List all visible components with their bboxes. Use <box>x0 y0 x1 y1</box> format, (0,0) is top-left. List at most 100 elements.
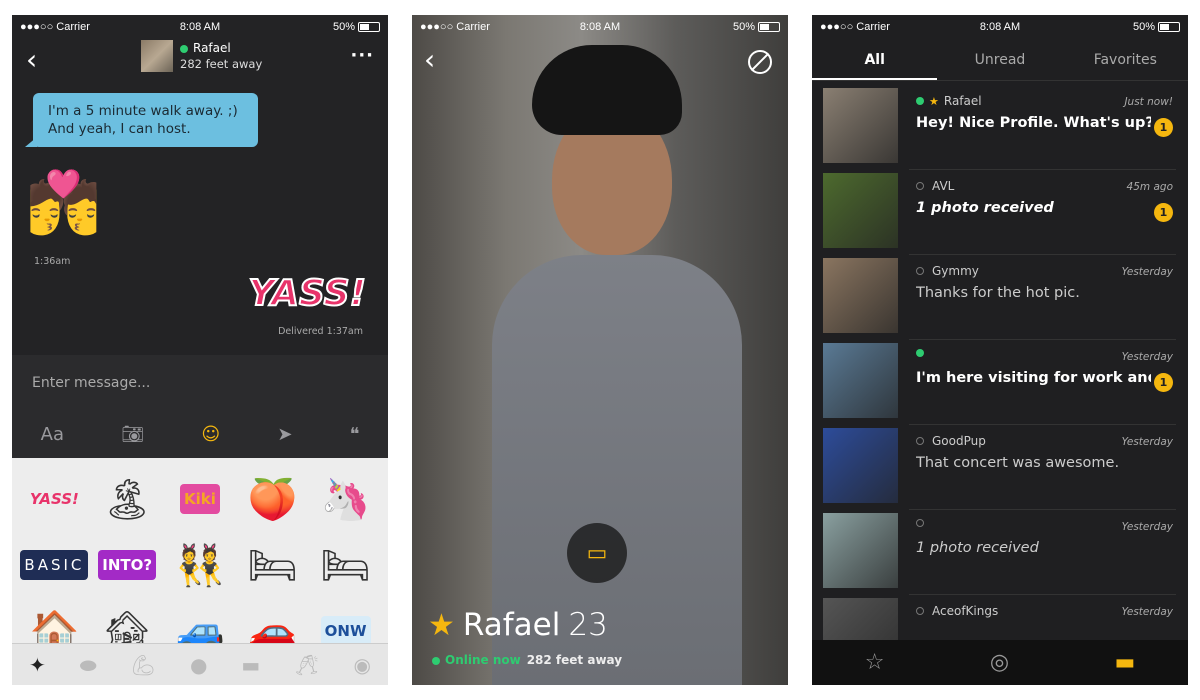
sticker[interactable]: 🏠 <box>18 598 91 644</box>
battery-icon <box>758 22 780 32</box>
mask-icon[interactable]: ◎ <box>990 650 1009 675</box>
sticker-label: ONW <box>320 616 371 643</box>
sticker-label: 🏠 <box>29 608 80 644</box>
sticker-label: 🏝 <box>101 476 153 523</box>
online-dot <box>916 97 924 105</box>
conversation-row[interactable]: AVL 45m ago 1 photo received 1 <box>812 170 1188 255</box>
contact-avatar[interactable] <box>141 40 173 72</box>
contact-name[interactable]: Rafael <box>180 41 231 55</box>
message-time: 1:36am <box>34 256 71 267</box>
chat-toolbar: Aa 📷︎ ☺ ➤ ❝ <box>12 410 388 458</box>
sticker-label: BASIC <box>20 550 89 580</box>
sticker-label: INTO? <box>98 550 157 580</box>
sticker-label: 🚙 <box>175 608 225 644</box>
battery-icon <box>1158 22 1180 32</box>
text-format-button[interactable]: Aa <box>41 424 64 445</box>
conversation-row[interactable]: GoodPup Yesterday That concert was aweso… <box>812 425 1188 510</box>
bottom-nav: ☆ ◎ ▬ <box>812 640 1188 685</box>
conversation-avatar <box>823 173 898 248</box>
conversation-preview: I'm here visiting for work and... <box>916 370 1151 386</box>
block-icon[interactable] <box>748 50 772 74</box>
battery-level: 50% <box>332 21 355 33</box>
profile-status: Online now 282 feet away <box>432 653 622 667</box>
conversation-time: Yesterday <box>1121 436 1173 448</box>
profile-name-text: Rafael <box>462 607 561 643</box>
eggplant-icon[interactable]: ⬬ <box>80 653 97 677</box>
saved-phrases-icon[interactable]: ❝ <box>350 424 360 445</box>
star-icon[interactable]: ☆ <box>865 650 885 675</box>
location-arrow-icon[interactable]: ➤ <box>277 424 292 445</box>
sticker[interactable]: Kiki <box>164 466 237 532</box>
sticker[interactable]: 🚗 <box>236 598 309 644</box>
conversation-row[interactable]: Yesterday 1 photo received <box>812 510 1188 595</box>
sticker[interactable]: 🛏 <box>236 532 309 598</box>
profile-age: 23 <box>568 607 608 643</box>
tab-unread[interactable]: Unread <box>937 43 1062 80</box>
muscle-icon[interactable]: 💪︎ <box>131 653 156 677</box>
online-dot <box>432 656 440 665</box>
conversation-name: Rafael <box>943 94 982 108</box>
battery-level: 50% <box>732 21 755 33</box>
back-button[interactable]: ‹ <box>424 43 435 76</box>
sticker-label: 🏚 <box>101 608 153 644</box>
sticker-grid: YASS! 🏝 Kiki 🍑 🦄 BASIC INTO? 👯 🛏 🛏 🏠 🏚 🚙 🚗 ONW <box>12 458 388 643</box>
contact-distance: 282 feet away <box>180 57 263 71</box>
conversation-avatar <box>823 258 898 333</box>
conversation-name: AceofKings <box>932 604 999 618</box>
sticker[interactable]: YASS! <box>18 466 91 532</box>
cheers-icon[interactable]: 🥂︎ <box>294 653 319 677</box>
conversation-time: Yesterday <box>1121 266 1173 278</box>
sticker[interactable]: 👯 <box>164 532 237 598</box>
favorite-star-icon[interactable]: ★ <box>428 608 455 643</box>
more-icon[interactable]: ··· <box>350 45 374 66</box>
conversation-row[interactable]: Yesterday I'm here visiting for work and… <box>812 340 1188 425</box>
sticker[interactable]: ONW <box>309 598 382 643</box>
sticker[interactable]: 🏚 <box>91 598 164 644</box>
head-icon[interactable]: ● <box>190 653 207 677</box>
mask-icon[interactable]: ◉ <box>353 653 370 677</box>
smiley-icon[interactable]: ☺ <box>201 424 220 445</box>
chat-button[interactable]: ▭ <box>567 523 627 583</box>
chat-screen: ●●●○○ Carrier 8:08 AM 50% ‹ Rafael 282 f… <box>12 15 388 685</box>
profile-name: ★ Rafael 23 <box>428 607 608 643</box>
offline-dot <box>916 182 924 190</box>
battery-level: 50% <box>1132 21 1155 33</box>
sticker[interactable]: BASIC <box>18 532 91 598</box>
status-bar: ●●●○○ Carrier 8:08 AM 50% <box>412 15 788 39</box>
sticker[interactable]: 🦄 <box>309 466 382 532</box>
conversation-preview: 1 photo received <box>916 540 1039 556</box>
sticker-label: Kiki <box>180 484 220 514</box>
back-button[interactable]: ‹ <box>26 43 37 76</box>
sticker-category-bar: ✦ ⬬ 💪︎ ● ▬ 🥂︎ ◉ <box>12 643 388 685</box>
conversation-row[interactable]: ★ Rafael Just now! Hey! Nice Profile. Wha… <box>812 85 1188 170</box>
sticker[interactable]: 🍑 <box>236 466 309 532</box>
yass-sticker: YASS! <box>248 272 367 315</box>
tab-all[interactable]: All <box>812 43 938 80</box>
tab-favorites[interactable]: Favorites <box>1063 43 1188 80</box>
conversation-name: Gymmy <box>932 264 979 278</box>
conversation-row[interactable]: Gymmy Yesterday Thanks for the hot pic. <box>812 255 1188 340</box>
conversation-time: Just now! <box>1124 96 1173 108</box>
sparkles-icon[interactable]: ✦ <box>29 653 46 677</box>
unread-badge: 1 <box>1154 373 1173 392</box>
conversation-time: Yesterday <box>1121 521 1173 533</box>
conversation-avatar <box>823 88 898 163</box>
favorite-star-icon: ★ <box>929 94 939 108</box>
conversation-meta <box>916 349 929 357</box>
conversation-time: Yesterday <box>1121 606 1173 618</box>
sticker-label: 🛏 <box>320 542 371 589</box>
status-bar: ●●●○○ Carrier 8:08 AM 50% <box>812 15 1188 39</box>
conversation-time: Yesterday <box>1121 351 1173 363</box>
sticker-label: 👯 <box>175 542 225 589</box>
sticker[interactable]: INTO? <box>91 532 164 598</box>
message-input[interactable]: Enter message... <box>12 355 388 410</box>
sticker[interactable]: 🚙 <box>164 598 237 644</box>
sticker[interactable]: 🛏 <box>309 532 382 598</box>
bed-icon[interactable]: ▬ <box>241 653 260 677</box>
profile-distance: 282 feet away <box>526 653 623 667</box>
chat-icon[interactable]: ▬ <box>1114 650 1135 675</box>
sticker[interactable]: 🏝 <box>91 466 164 532</box>
clock: 8:08 AM <box>979 21 1021 33</box>
camera-icon[interactable]: 📷︎ <box>121 424 144 445</box>
sticker-label: YASS! <box>29 490 79 508</box>
